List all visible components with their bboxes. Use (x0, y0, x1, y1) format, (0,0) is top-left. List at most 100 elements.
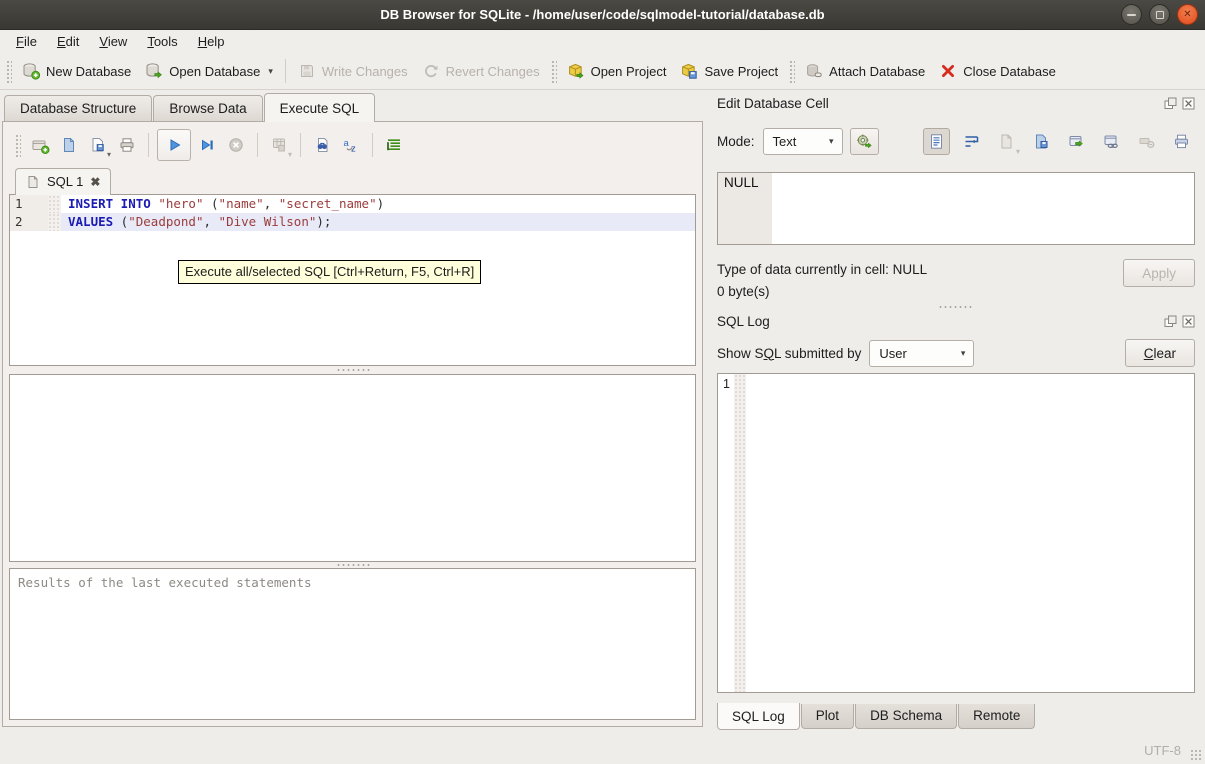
line-number: 1 (10, 195, 48, 213)
tab-remote[interactable]: Remote (958, 704, 1035, 729)
dock-float-icon[interactable] (1164, 315, 1177, 328)
tab-db-schema[interactable]: DB Schema (855, 704, 957, 729)
cell-size-info: 0 byte(s) (717, 281, 927, 303)
sql-tab-close-icon[interactable]: ✖ (90, 175, 100, 189)
main-area: Database Structure Browse Data Execute S… (0, 90, 1205, 737)
fold-margin (48, 195, 61, 213)
window-title: DB Browser for SQLite - /home/user/code/… (380, 7, 824, 22)
menu-view[interactable]: View (89, 32, 137, 51)
horizontal-splitter[interactable] (9, 366, 696, 374)
bottom-dock-tab-bar: SQL Log Plot DB Schema Remote (717, 704, 1205, 730)
apply-button: Apply (1123, 259, 1195, 287)
auto-switch-mode-button[interactable] (850, 128, 879, 155)
toolbar-drag-handle[interactable] (5, 59, 12, 83)
save-dropdown-icon[interactable]: ▾ (107, 150, 111, 159)
new-database-button[interactable]: New Database (15, 57, 138, 85)
window-controls: ✕ (1121, 4, 1198, 25)
format-sql-button[interactable]: az (338, 132, 364, 158)
code-line: INSERT INTO "hero" ("name", "secret_name… (61, 195, 695, 213)
dock-close-icon[interactable] (1182, 97, 1195, 110)
right-panel: Edit Database Cell Mode: Text ▾ ▾ (705, 90, 1205, 737)
open-sql-file-button[interactable] (56, 132, 82, 158)
open-project-button[interactable]: Open Project (560, 57, 674, 85)
dock-close-icon[interactable] (1182, 315, 1195, 328)
open-database-dropdown-icon[interactable]: ▾ (268, 66, 273, 77)
sql-toolbar-separator (372, 133, 373, 157)
tab-execute-sql[interactable]: Execute SQL (264, 93, 376, 122)
export-cell-data-button[interactable] (1028, 128, 1055, 155)
close-database-button[interactable]: Close Database (932, 57, 1063, 85)
text-mode-button[interactable] (923, 128, 950, 155)
toolbar-separator (285, 59, 286, 83)
sql-toolbar-drag-handle[interactable] (14, 133, 21, 157)
write-changes-button: Write Changes (291, 57, 415, 85)
splitter-handle-icon (336, 368, 370, 372)
tab-browse-data[interactable]: Browse Data (153, 95, 262, 121)
open-in-external-button[interactable] (1063, 128, 1090, 155)
cell-editor-toolbar: ▾ (923, 128, 1195, 155)
cell-edit-area[interactable] (772, 173, 1194, 244)
attach-database-button[interactable]: Attach Database (798, 57, 932, 85)
word-wrap-button[interactable] (958, 128, 985, 155)
open-sql-tab-button[interactable] (27, 132, 53, 158)
close-database-icon (939, 62, 957, 80)
open-database-button[interactable]: Open Database ▾ (138, 57, 280, 85)
menu-help[interactable]: Help (188, 32, 235, 51)
maximize-button[interactable] (1149, 4, 1170, 25)
results-grid-pane[interactable] (9, 374, 696, 562)
encoding-indicator[interactable]: UTF-8 (1144, 743, 1181, 758)
save-sql-file-button[interactable]: ▾ (85, 132, 111, 158)
print-sql-button[interactable] (114, 132, 140, 158)
tab-plot[interactable]: Plot (801, 704, 854, 729)
minimize-button[interactable] (1121, 4, 1142, 25)
find-in-sql-button[interactable] (309, 132, 335, 158)
tab-sql-log[interactable]: SQL Log (717, 703, 800, 730)
mode-select[interactable]: Text ▾ (763, 128, 843, 155)
submitter-select[interactable]: User ▾ (869, 340, 974, 367)
open-project-icon (567, 62, 585, 80)
log-text-area[interactable] (746, 374, 1194, 692)
toolbar-drag-handle[interactable] (788, 59, 795, 83)
maximize-icon (1156, 11, 1164, 19)
cell-value-editor[interactable]: NULL (717, 172, 1195, 245)
save-project-button[interactable]: Save Project (673, 57, 785, 85)
new-database-icon (22, 62, 40, 80)
dock-float-icon[interactable] (1164, 97, 1177, 110)
print-icon (118, 136, 136, 154)
import-cell-data-button: ▾ (993, 128, 1020, 155)
sql-file-tab-bar: SQL 1 ✖ (9, 164, 696, 194)
submitter-value: User (879, 346, 906, 361)
align-lines-icon (385, 136, 403, 154)
close-button[interactable]: ✕ (1177, 4, 1198, 25)
window-arrow-icon (1068, 133, 1085, 150)
menu-file[interactable]: File (6, 32, 47, 51)
menu-tools[interactable]: Tools (137, 32, 187, 51)
find-icon (313, 136, 331, 154)
stop-icon (227, 136, 245, 154)
sql-log-filter-row: Show SQL submitted by User ▾ Clear (717, 339, 1195, 367)
left-panel: Database Structure Browse Data Execute S… (0, 90, 705, 737)
sql-log-title: SQL Log (717, 314, 770, 329)
set-null-button (1133, 128, 1160, 155)
open-file-icon (60, 136, 78, 154)
print-cell-button[interactable] (1168, 128, 1195, 155)
import-dropdown-icon: ▾ (1016, 147, 1020, 156)
tab-database-structure[interactable]: Database Structure (4, 95, 152, 121)
chevron-down-icon: ▾ (953, 348, 974, 359)
svg-text:a: a (344, 138, 350, 149)
auto-format-button[interactable] (381, 132, 407, 158)
save-project-icon (680, 62, 698, 80)
results-log-pane[interactable]: Results of the last executed statements (9, 568, 696, 720)
dock-splitter[interactable] (705, 303, 1205, 311)
sql-file-tab[interactable]: SQL 1 ✖ (15, 168, 111, 195)
execute-sql-button[interactable] (157, 129, 191, 161)
clear-log-button[interactable]: Clear (1125, 339, 1195, 367)
sql-log-view[interactable]: 1 (717, 373, 1195, 693)
toolbar-drag-handle[interactable] (550, 59, 557, 83)
log-line-number: 1 (718, 374, 734, 692)
menu-edit[interactable]: Edit (47, 32, 89, 51)
resize-grip-icon[interactable] (1190, 749, 1203, 762)
execute-current-line-button[interactable] (194, 132, 220, 158)
open-url-button[interactable] (1098, 128, 1125, 155)
word-wrap-icon (963, 133, 980, 150)
